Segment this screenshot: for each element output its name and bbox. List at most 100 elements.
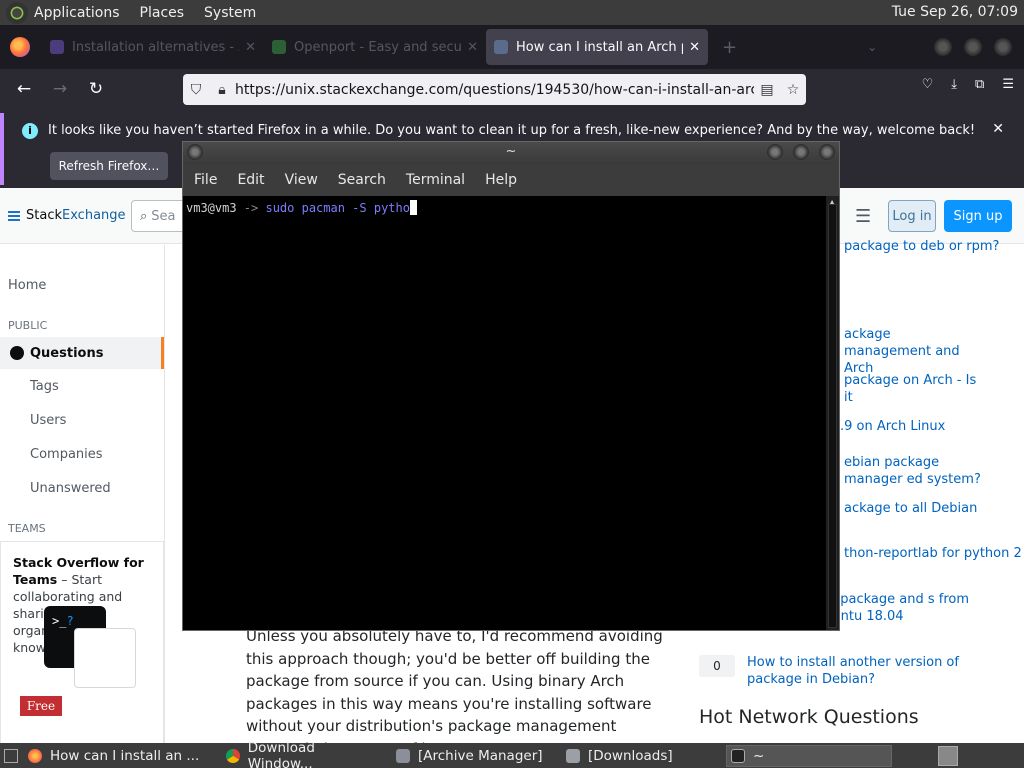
terminal-output[interactable]: vm3@vm3 -> sudo pacman -S pytho <box>183 196 826 630</box>
taskbar: How can I install an ... Download Window… <box>0 740 1024 768</box>
search-placeholder: Sea <box>151 208 176 224</box>
sidebar-item-tags[interactable]: Tags <box>30 379 59 394</box>
tab-close-icon[interactable]: ✕ <box>467 40 478 55</box>
tab-strip: Installation alternatives - A ✕ Openport… <box>0 25 1024 69</box>
task-firefox[interactable]: How can I install an ... <box>24 745 216 767</box>
archive-manager-icon <box>396 748 410 763</box>
prompt-arrow: -> <box>236 201 266 215</box>
sidebar-item-questions[interactable]: Questions <box>0 337 164 369</box>
task-label: Download Window... <box>247 739 315 768</box>
terminal-titlebar[interactable]: ~ <box>183 142 839 164</box>
refresh-firefox-button[interactable]: Refresh Firefox… <box>50 152 168 180</box>
back-arrow-icon[interactable]: ← <box>6 79 42 99</box>
distro-logo-icon[interactable] <box>6 1 28 24</box>
sidebar-heading-public: PUBLIC <box>8 319 48 332</box>
globe-icon <box>10 346 24 360</box>
task-archive-manager[interactable]: [Archive Manager] <box>392 745 556 767</box>
tab-openport[interactable]: Openport - Easy and secur ✕ <box>264 29 486 65</box>
stackexchange-logo[interactable]: Stack Exchange <box>8 208 126 223</box>
task-chrome-download[interactable]: Download Window... <box>222 740 386 768</box>
prompt-user: vm3@vm3 <box>186 201 237 215</box>
tracking-shield-icon[interactable]: ⛉ <box>183 82 209 98</box>
logo-text-left: Stack <box>26 208 62 223</box>
terminal-minimize-button[interactable] <box>767 144 783 160</box>
related-link[interactable]: .9 on Arch Linux <box>840 418 1024 435</box>
bookmark-star-icon[interactable]: ☆ <box>780 82 806 98</box>
sidebar-item-label: Questions <box>30 345 104 361</box>
extensions-icon[interactable]: ⧉ <box>975 77 984 92</box>
show-desktop-icon[interactable] <box>4 748 18 763</box>
close-window-button[interactable] <box>994 38 1012 56</box>
workspace-switcher[interactable] <box>938 746 958 766</box>
lock-icon[interactable]: 🔒︎ <box>209 82 235 98</box>
pocket-icon[interactable]: ♡ <box>922 77 934 92</box>
minimize-button[interactable] <box>934 38 952 56</box>
terminal-menu-search[interactable]: Search <box>338 172 386 188</box>
places-menu[interactable]: Places <box>140 5 185 21</box>
clock[interactable]: Tue Sep 26, 07:09 <box>892 4 1018 20</box>
maximize-button[interactable] <box>964 38 982 56</box>
tab-title: How can I install an Arch pa <box>516 39 684 55</box>
notification-close-icon[interactable]: ✕ <box>992 121 1004 137</box>
related-link[interactable]: ackage to all Debian <box>844 500 1024 517</box>
terminal-icon <box>731 748 745 763</box>
task-downloads[interactable]: [Downloads] <box>562 745 720 767</box>
applications-menu[interactable]: Applications <box>34 5 120 21</box>
reload-icon[interactable]: ↻ <box>78 79 114 99</box>
signup-button[interactable]: Sign up <box>944 200 1012 232</box>
terminal-menu-terminal[interactable]: Terminal <box>406 172 465 188</box>
terminal-window[interactable]: ~ File Edit View Search Terminal Help vm… <box>182 141 840 631</box>
task-terminal[interactable]: ~ <box>726 744 892 767</box>
sidebar-item-home[interactable]: Home <box>8 278 46 293</box>
sidebar-heading-teams: TEAMS <box>8 522 46 535</box>
new-tab-plus-icon[interactable]: + <box>722 37 737 58</box>
related-link[interactable]: package to deb or rpm? <box>844 238 1024 255</box>
task-label: [Archive Manager] <box>418 747 543 764</box>
terminal-scrollbar[interactable]: ▲ <box>826 196 839 630</box>
tab-installation-alternatives[interactable]: Installation alternatives - A ✕ <box>42 29 264 65</box>
tab-favicon-icon <box>50 40 64 54</box>
chrome-icon <box>226 748 240 763</box>
tab-title: Installation alternatives - A <box>72 39 240 55</box>
sidebar-item-unanswered[interactable]: Unanswered <box>30 481 111 496</box>
task-label: [Downloads] <box>588 747 673 764</box>
tab-favicon-icon <box>272 40 286 54</box>
terminal-menu-help[interactable]: Help <box>485 172 517 188</box>
tab-close-icon[interactable]: ✕ <box>245 40 256 55</box>
scrollbar-thumb[interactable] <box>828 204 837 628</box>
downloads-icon[interactable]: ⤓ <box>951 77 957 92</box>
terminal-close-button[interactable] <box>819 144 835 160</box>
hamburger-menu-icon[interactable]: ☰ <box>1002 77 1014 92</box>
related-link[interactable]: ackage management and Arch <box>844 326 974 377</box>
url-bar[interactable]: ⛉ 🔒︎ https://unix.stackexchange.com/ques… <box>183 74 806 105</box>
firefox-icon <box>28 748 42 763</box>
site-switcher-icon[interactable]: ☰ <box>855 206 871 227</box>
terminal-maximize-button[interactable] <box>793 144 809 160</box>
answer-count-badge: 0 <box>699 655 735 677</box>
related-link[interactable]: ebian package manager ed system? <box>844 454 984 488</box>
system-menu[interactable]: System <box>204 5 256 21</box>
tab-title: Openport - Easy and secur <box>294 39 462 55</box>
toolbar-right: ♡ ⤓ ⧉ ☰ <box>922 77 1014 92</box>
related-link[interactable]: How to install another version of packag… <box>747 654 1007 688</box>
terminal-menu-file[interactable]: File <box>194 172 217 188</box>
sidebar-item-companies[interactable]: Companies <box>30 447 103 462</box>
folder-icon <box>566 748 580 763</box>
login-button[interactable]: Log in <box>888 200 936 232</box>
tab-favicon-icon <box>494 40 508 54</box>
related-link[interactable]: thon-reportlab for python 2 <box>844 545 1024 562</box>
url-text[interactable]: https://unix.stackexchange.com/questions… <box>235 82 754 98</box>
tab-list-chevron-icon[interactable]: ⌄ <box>867 40 877 54</box>
forward-arrow-icon[interactable]: → <box>42 79 78 99</box>
terminal-menu-edit[interactable]: Edit <box>237 172 264 188</box>
free-badge[interactable]: Free <box>20 696 62 716</box>
terminal-menu-button[interactable] <box>187 144 203 160</box>
window-controls <box>934 38 1012 56</box>
reader-view-icon[interactable]: ▤ <box>754 82 780 98</box>
tab-how-can-i-install[interactable]: How can I install an Arch pa ✕ <box>486 29 708 65</box>
task-label: How can I install an ... <box>50 747 200 764</box>
related-link[interactable]: package on Arch - Is it <box>844 372 984 406</box>
terminal-menu-view[interactable]: View <box>285 172 318 188</box>
tab-close-icon[interactable]: ✕ <box>689 40 700 55</box>
sidebar-item-users[interactable]: Users <box>30 413 66 428</box>
